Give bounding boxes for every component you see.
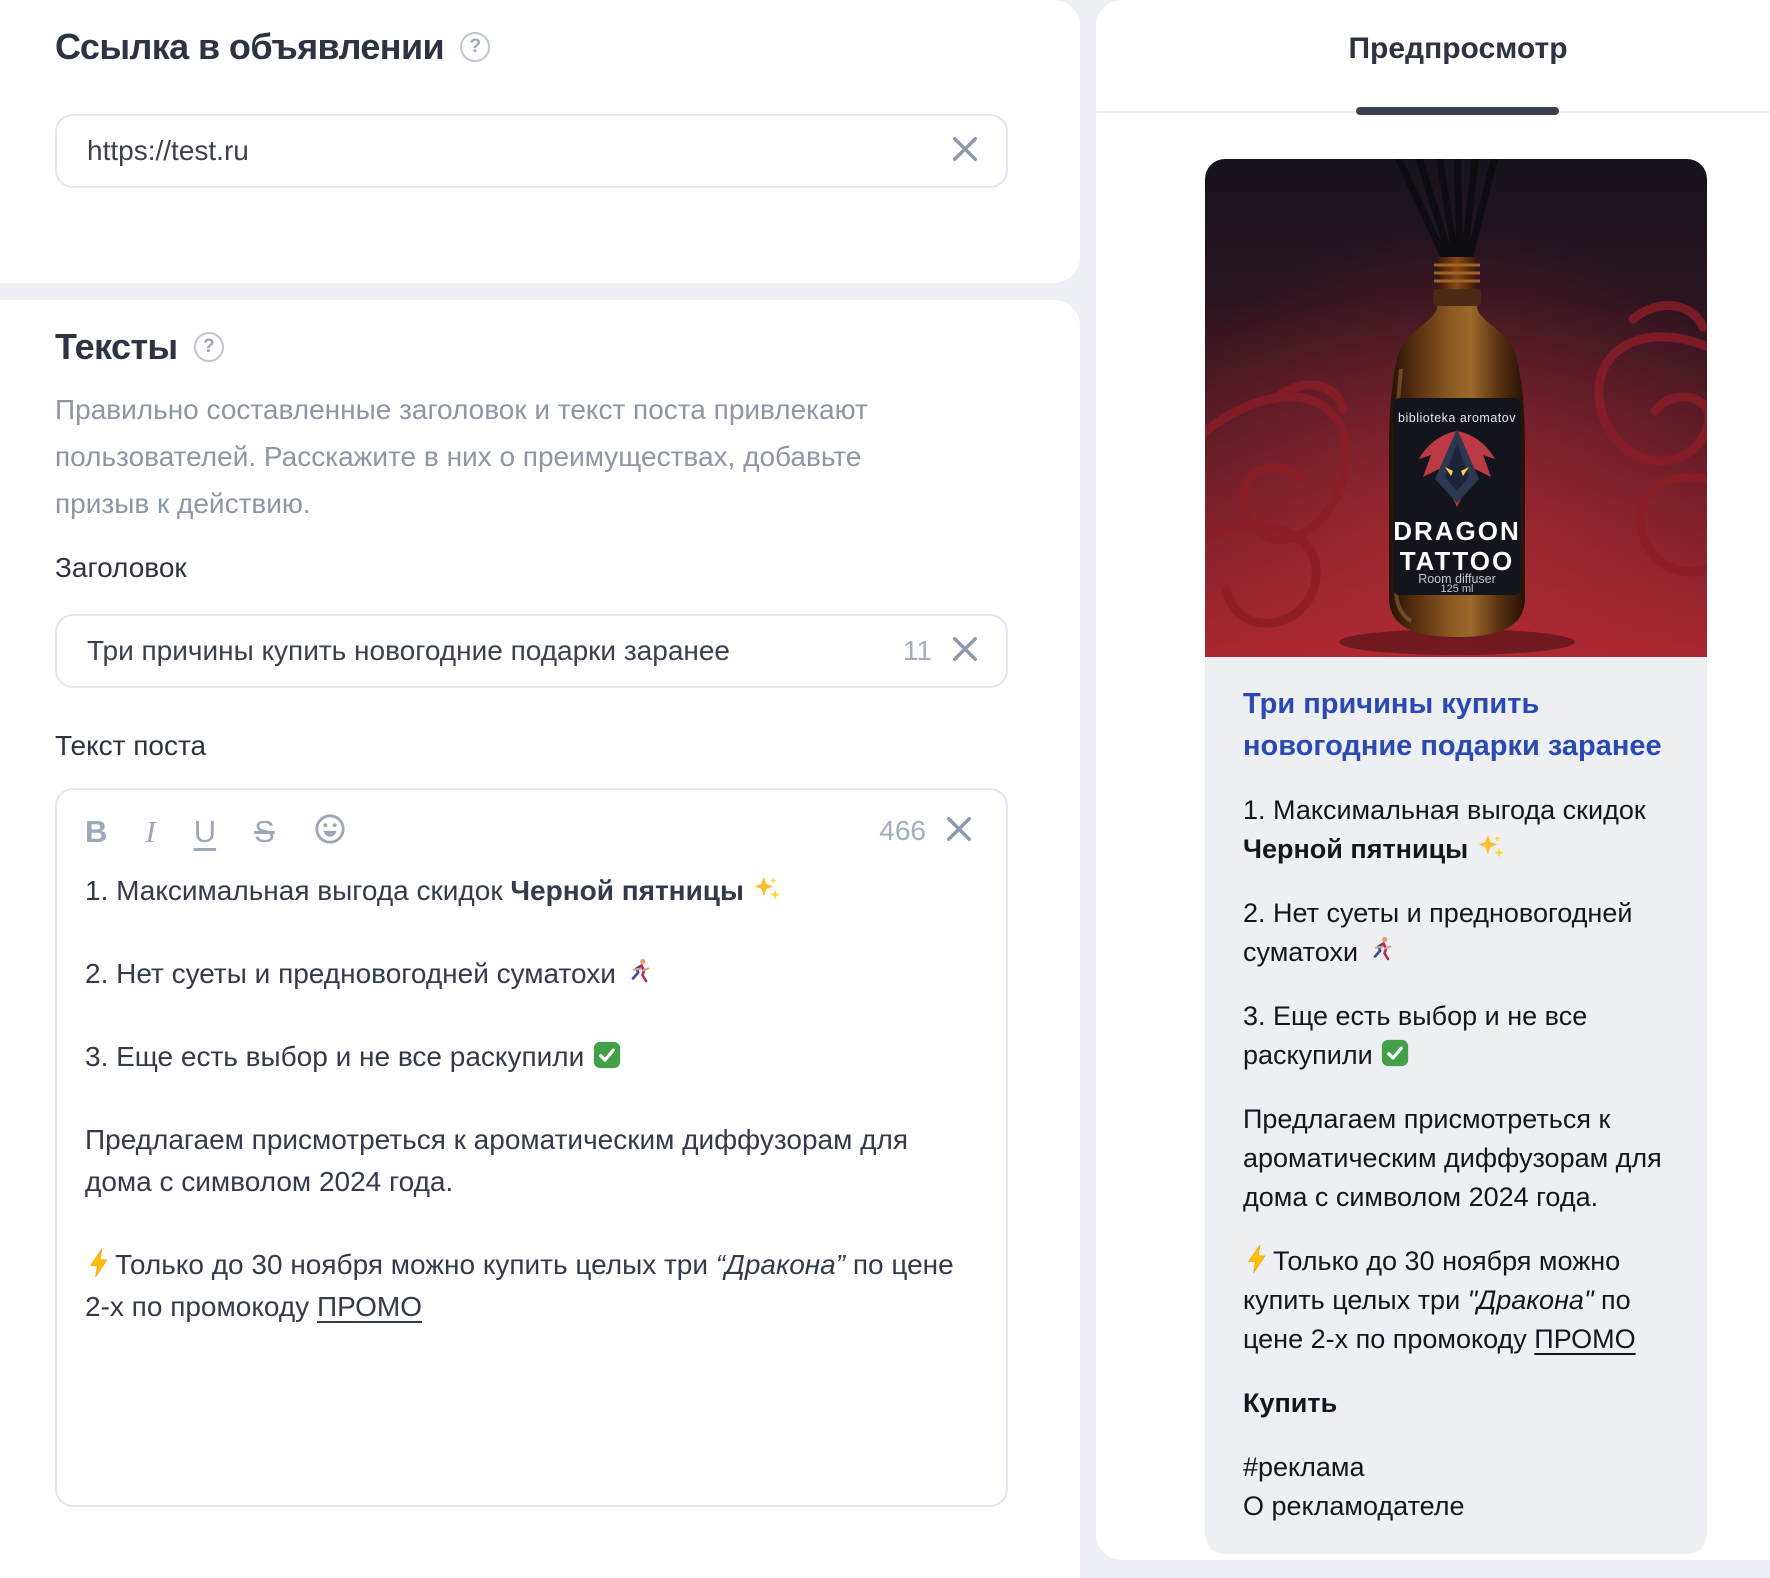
bold-button[interactable]: B	[85, 816, 107, 847]
check-emoji	[1380, 1038, 1410, 1068]
promo-code-link[interactable]: ПРОМО	[1534, 1324, 1635, 1354]
post-line-4: Предлагаем присмотреться к ароматическим…	[85, 1124, 908, 1197]
texts-section-card: Тексты ? Правильно составленные заголово…	[0, 300, 1080, 1578]
ad-editor-page: { "icons": { "help": "?", "bold": "B", "…	[0, 0, 1770, 1578]
header-char-counter: 11	[902, 635, 932, 666]
diffuser-bottle-illustration: biblioteka aromatov DRAGON TATTOO Room d…	[1205, 159, 1707, 657]
buy-link[interactable]: Купить	[1243, 1384, 1669, 1423]
preview-line-2: 2. Нет суеты и предновогодней суматохи	[1243, 898, 1633, 967]
post-text-content[interactable]: 1. Максимальная выгода скидок Черной пят…	[85, 870, 978, 1328]
post-line-5: Только до 30 ноября можно купить целых т…	[85, 1248, 954, 1322]
runner-emoji	[1366, 935, 1396, 965]
promo-code-text: ПРОМО	[316, 1291, 423, 1322]
active-tab-indicator	[1356, 107, 1559, 115]
ad-preview-title: Три причины купить новогодние подарки за…	[1243, 688, 1662, 762]
preview-line-3: 3. Еще есть выбор и не все раскупили	[1243, 1001, 1588, 1070]
product-image: biblioteka aromatov DRAGON TATTOO Room d…	[1205, 159, 1707, 657]
post-text-label: Текст поста	[55, 730, 207, 761]
brand-name: biblioteka aromatov	[1398, 411, 1516, 425]
preview-line-4: Предлагаем присмотреться к ароматическим…	[1243, 1104, 1662, 1212]
italic-button[interactable]: I	[145, 816, 155, 847]
lightning-emoji	[1243, 1244, 1273, 1274]
preview-panel: Предпросмотр biblioteka aromatov DRAGON …	[1096, 0, 1770, 1560]
underline-button[interactable]: U	[194, 816, 216, 847]
ad-preview-text: Три причины купить новогодние подарки за…	[1205, 657, 1707, 1554]
check-emoji	[592, 1040, 622, 1070]
texts-section-title-text: Тексты	[55, 326, 178, 367]
clear-post-button[interactable]	[940, 812, 978, 850]
post-text-editor: B I U S 466 1. Максимальная выгода скидо…	[55, 788, 1008, 1507]
clear-icon	[946, 130, 984, 173]
texts-section-title: Тексты ?	[55, 326, 224, 368]
clear-header-button[interactable]	[946, 632, 984, 670]
product-label: biblioteka aromatov DRAGON TATTOO Room d…	[1393, 398, 1521, 595]
header-field-label: Заголовок	[55, 552, 187, 583]
link-section-card: Ссылка в объявлении ?	[0, 0, 1080, 283]
texts-section-description: Правильно составленные заголовок и текст…	[55, 394, 868, 519]
header-inputbox: 11	[55, 614, 1008, 688]
tab-preview[interactable]: Предпросмотр	[1348, 32, 1567, 66]
lightning-emoji	[85, 1248, 115, 1278]
product-volume: 125 ml	[1440, 583, 1473, 595]
post-line-2: 2. Нет суеты и предновогодней суматохи	[85, 953, 978, 995]
preview-line-1: 1. Максимальная выгода скидок Черной пят…	[1243, 795, 1646, 864]
ad-hashtag-link[interactable]: #реклама	[1243, 1448, 1669, 1487]
link-section-title: Ссылка в объявлении ?	[55, 26, 491, 68]
product-name-line1: DRAGON	[1393, 516, 1521, 546]
emoji-picker-button[interactable]	[313, 812, 347, 851]
strikethrough-button[interactable]: S	[254, 816, 275, 847]
preview-tab-header: Предпросмотр	[1096, 0, 1770, 115]
sparkles-emoji	[1476, 832, 1506, 862]
clear-icon	[940, 810, 978, 853]
ad-url-input[interactable]	[87, 135, 938, 167]
help-icon[interactable]: ?	[460, 32, 491, 62]
formatting-toolbar: B I U S 466	[85, 804, 978, 858]
clear-url-button[interactable]	[946, 132, 984, 170]
about-advertiser-link[interactable]: О рекламодателе	[1243, 1487, 1669, 1526]
ad-preview-block: biblioteka aromatov DRAGON TATTOO Room d…	[1205, 159, 1707, 1554]
header-input[interactable]	[87, 635, 889, 667]
clear-icon	[946, 630, 984, 673]
preview-line-5: Только до 30 ноября можно купить целых т…	[1243, 1244, 1636, 1354]
sparkles-emoji	[752, 874, 782, 904]
post-line-1: 1. Максимальная выгода скидок Черной пят…	[85, 870, 978, 912]
help-icon[interactable]: ?	[193, 332, 224, 362]
runner-emoji	[624, 957, 654, 987]
post-line-3: 3. Еще есть выбор и не все раскупили	[85, 1036, 978, 1078]
post-char-counter: 466	[879, 815, 926, 846]
ad-footer-links: #реклама О рекламодателе	[1243, 1448, 1669, 1526]
ad-url-inputbox	[55, 114, 1008, 188]
link-section-title-text: Ссылка в объявлении	[55, 26, 445, 67]
emoji-icon	[313, 812, 347, 851]
